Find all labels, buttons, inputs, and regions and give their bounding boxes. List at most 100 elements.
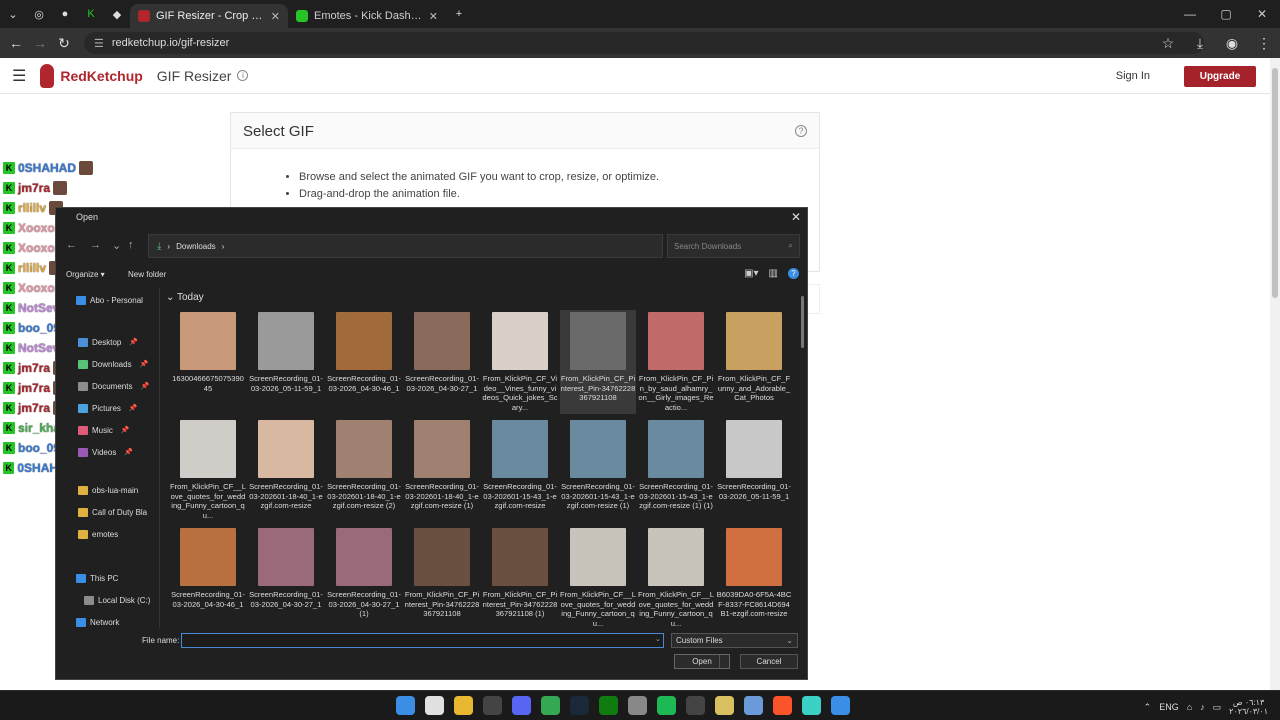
taskbar-app-icon[interactable] (628, 696, 647, 715)
up-folder-icon[interactable]: ↑ (128, 239, 134, 251)
file-item[interactable]: From_KlickPin_CF_Funny_and_Adorable_Cat_… (716, 310, 792, 414)
file-item[interactable]: From_KlickPin_CF__Love_quotes_for_weddin… (170, 418, 246, 522)
back-icon[interactable]: ← (66, 239, 77, 251)
taskbar-app-icon[interactable] (773, 696, 792, 715)
new-tab-button[interactable]: + (446, 0, 472, 28)
file-item[interactable]: B6039DA0-6F5A-4BCF-8337-FC8614D694B1-ezg… (716, 526, 792, 628)
maximize-button[interactable]: ▢ (1208, 0, 1244, 28)
chevron-up-icon[interactable]: ⌃ (1144, 702, 1152, 713)
pinned-tab-3[interactable]: K (78, 0, 104, 28)
taskbar-app-icon[interactable] (599, 696, 618, 715)
group-header-today[interactable]: ⌄ Today (166, 292, 204, 303)
pinned-tab-2[interactable]: ● (52, 0, 78, 28)
forward-icon[interactable]: → (28, 35, 52, 51)
file-item[interactable]: ScreenRecording_01-03-2026_04-30-46_1 (326, 310, 402, 414)
bookmark-star-icon[interactable]: ☆ (1156, 35, 1180, 52)
taskbar-app-icon[interactable] (715, 696, 734, 715)
sidebar-item[interactable]: Local Disk (C:) (84, 592, 150, 608)
chat-username[interactable]: jm7ra (18, 381, 50, 395)
close-icon[interactable]: ✕ (791, 210, 801, 224)
file-item[interactable]: From_KlickPin_CF_Video__Vines_funny_vide… (482, 310, 558, 414)
volume-icon[interactable]: ♪ (1200, 702, 1205, 712)
tab-search-button[interactable]: ⌄ (0, 0, 26, 28)
help-icon[interactable]: ? (788, 268, 799, 279)
clock[interactable]: ٠٦:١٣ ص ٢٠٢٦/٠٣/٠١ (1229, 698, 1268, 716)
file-item[interactable]: ScreenRecording_01-03-2026_04-30-27_1 (404, 310, 480, 414)
close-icon[interactable]: ✕ (271, 10, 280, 23)
file-item[interactable]: ScreenRecording_01-03-202601-18-40_1-ezg… (326, 418, 402, 522)
hamburger-icon[interactable]: ☰ (12, 66, 26, 86)
close-icon[interactable]: ✕ (429, 10, 438, 23)
file-type-select[interactable]: Custom Files ⌄ (671, 633, 798, 648)
info-icon[interactable]: i (237, 70, 249, 81)
open-split-dropdown[interactable] (719, 655, 729, 668)
sidebar-item[interactable]: Call of Duty Bla (78, 504, 147, 520)
reload-icon[interactable]: ↻ (52, 35, 76, 52)
file-name-input[interactable] (181, 633, 664, 648)
file-item[interactable]: From_KlickPin_CF_Pinterest_Pin-347622283… (404, 526, 480, 628)
chat-username[interactable]: jm7ra (18, 361, 50, 375)
taskbar-app-icon[interactable] (686, 696, 705, 715)
sign-in-link[interactable]: Sign In (1116, 70, 1150, 82)
sidebar-item[interactable]: Desktop 📌 (78, 334, 138, 350)
cancel-button[interactable]: Cancel (740, 654, 798, 669)
taskbar-app-icon[interactable] (454, 696, 473, 715)
taskbar-app-icon[interactable] (541, 696, 560, 715)
file-item[interactable]: ScreenRecording_01-03-2026_04-30-27_1 (1… (326, 526, 402, 628)
brand-name[interactable]: RedKetchup (60, 68, 142, 84)
sidebar-item[interactable]: Pictures 📌 (78, 400, 138, 416)
download-icon[interactable]: ⤓ (1188, 35, 1212, 52)
taskbar-app-icon[interactable] (744, 696, 763, 715)
taskbar-app-icon[interactable] (425, 696, 444, 715)
file-item[interactable]: ScreenRecording_01-03-202601-18-40_1-ezg… (404, 418, 480, 522)
back-icon[interactable]: ← (4, 35, 28, 51)
language-indicator[interactable]: ENG (1159, 702, 1179, 712)
file-item[interactable]: ScreenRecording_01-03-202601-15-43_1-ezg… (560, 418, 636, 522)
organize-button[interactable]: Organize ▾ (66, 270, 105, 279)
recent-locations-icon[interactable]: ⌄ (112, 239, 121, 252)
page-scrollbar[interactable] (1270, 58, 1280, 690)
search-input[interactable]: Search Downloads ⌕ (667, 234, 800, 258)
chat-username[interactable]: rllillv (18, 261, 46, 275)
file-item[interactable]: From_KlickPin_CF_Pin_by_saud_alhamry_on_… (638, 310, 714, 414)
address-bar[interactable]: ☰ redketchup.io/gif-resizer (84, 32, 1204, 54)
file-item[interactable]: ScreenRecording_01-03-2026_05-11-59_1 (716, 418, 792, 522)
file-item[interactable]: 1630046667507539045 (170, 310, 246, 414)
new-folder-button[interactable]: New folder (128, 270, 166, 279)
chat-username[interactable]: jm7ra (18, 401, 50, 415)
file-item[interactable]: ScreenRecording_01-03-2026_04-30-27_1 (248, 526, 324, 628)
file-item[interactable]: ScreenRecording_01-03-202601-18-40_1-ezg… (248, 418, 324, 522)
file-list-scrollbar[interactable] (801, 296, 804, 348)
taskbar-app-icon[interactable] (512, 696, 531, 715)
preview-pane-icon[interactable]: ▥ (769, 268, 778, 279)
redketchup-logo-icon[interactable] (40, 63, 55, 88)
file-item[interactable]: From_KlickPin_CF_Pinterest_Pin-347622283… (482, 526, 558, 628)
pane-divider[interactable] (159, 288, 160, 628)
open-button[interactable]: Open (674, 654, 730, 669)
pinned-tab-1[interactable]: ◎ (26, 0, 52, 28)
tab-gif-resizer[interactable]: GIF Resizer - Crop & Resize Ani ✕ (130, 4, 288, 28)
upgrade-button[interactable]: Upgrade (1184, 66, 1256, 87)
sidebar-item[interactable]: Videos 📌 (78, 444, 133, 460)
tab-kick-emotes[interactable]: Emotes - Kick Dashboard ✕ (288, 4, 446, 28)
file-item[interactable]: ScreenRecording_01-03-2026_04-30-46_1 (170, 526, 246, 628)
chat-username[interactable]: 0SHAHAD (18, 161, 76, 175)
chevron-down-icon[interactable]: ⌄ (655, 635, 661, 643)
chat-username[interactable]: jm7ra (18, 181, 50, 195)
path-segment[interactable]: Downloads (176, 242, 216, 251)
sidebar-item[interactable]: Documents 📌 (78, 378, 149, 394)
file-item[interactable]: ScreenRecording_01-03-2026_05-11-59_1 (248, 310, 324, 414)
sidebar-item[interactable]: Downloads 📌 (78, 356, 148, 372)
file-item[interactable]: ScreenRecording_01-03-202601-15-43_1-ezg… (638, 418, 714, 522)
site-info-icon[interactable]: ☰ (94, 37, 104, 50)
file-item[interactable]: From_KlickPin_CF__Love_quotes_for_weddin… (638, 526, 714, 628)
taskbar-app-icon[interactable] (396, 696, 415, 715)
help-icon[interactable]: ? (795, 125, 807, 137)
taskbar-app-icon[interactable] (483, 696, 502, 715)
network-icon[interactable]: ⌂ (1187, 702, 1192, 712)
taskbar-app-icon[interactable] (570, 696, 589, 715)
close-window-button[interactable]: ✕ (1244, 0, 1280, 28)
profile-icon[interactable]: ◉ (1220, 35, 1244, 52)
file-item[interactable]: ScreenRecording_01-03-202601-15-43_1-ezg… (482, 418, 558, 522)
sidebar-item[interactable]: Abo - Personal (76, 292, 143, 308)
